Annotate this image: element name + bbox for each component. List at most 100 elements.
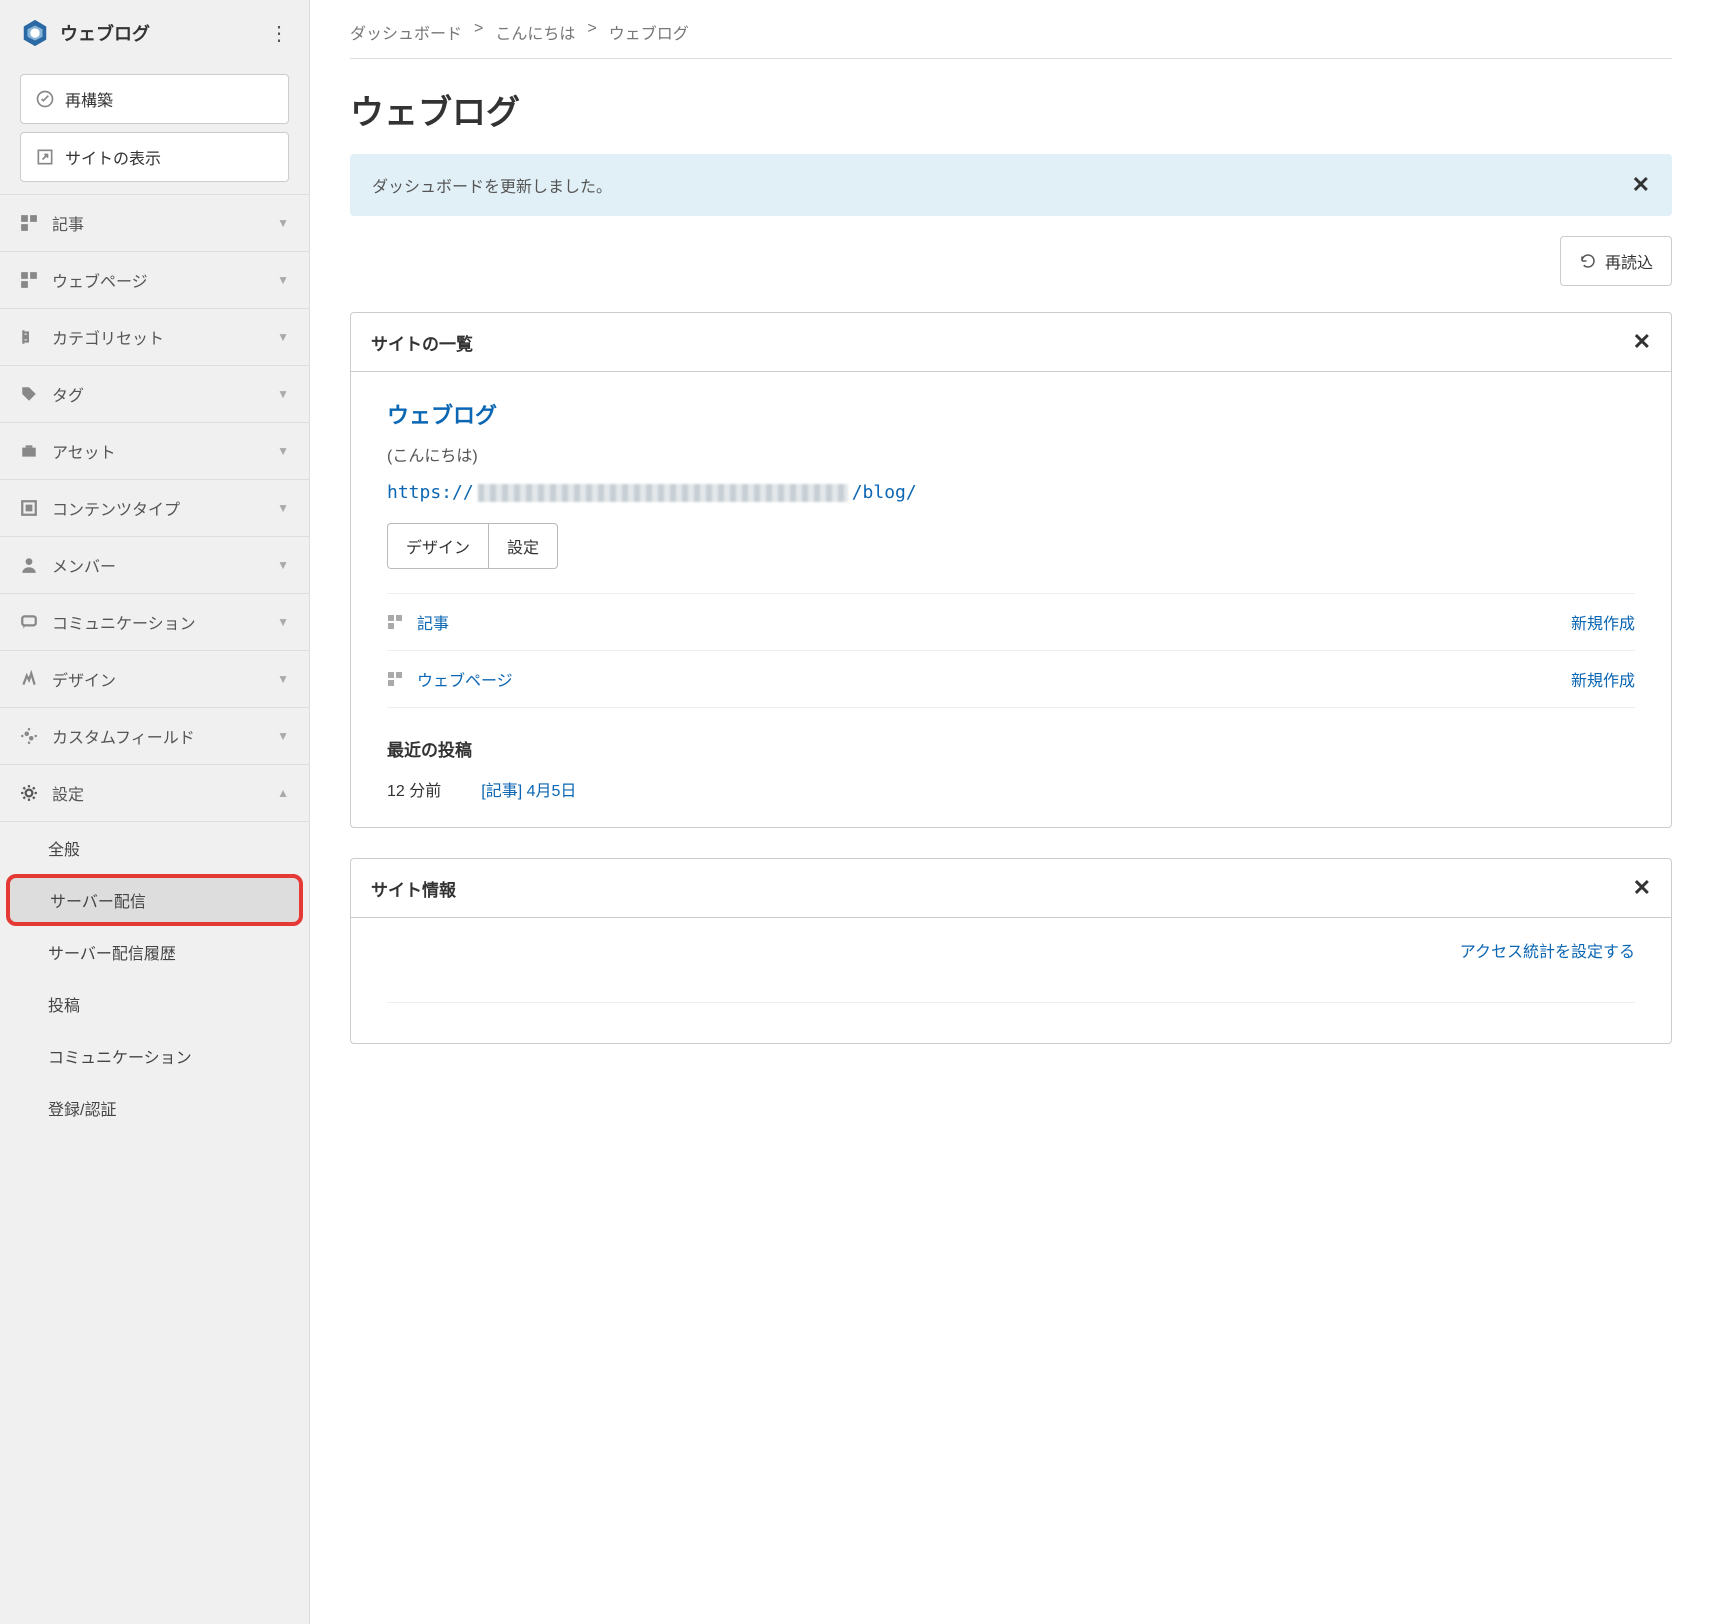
settings-button[interactable]: 設定 <box>488 523 558 569</box>
logo-row: ウェブログ <box>20 18 150 48</box>
content-links: 記事 新規作成 ウェブページ 新規作成 <box>387 593 1635 708</box>
url-suffix: /blog/ <box>852 482 917 503</box>
nav-label: ウェブページ <box>52 268 148 292</box>
subnav-compose[interactable]: 投稿 <box>0 978 309 1030</box>
design-button[interactable]: デザイン <box>387 523 488 569</box>
panel-title: サイト情報 <box>371 876 456 901</box>
nav-item-assets[interactable]: アセット ▼ <box>0 423 309 480</box>
nav-label: カスタムフィールド <box>52 724 195 748</box>
subnav-communication[interactable]: コミュニケーション <box>0 1030 309 1082</box>
sidebar: ウェブログ ⋮ 再構築 サイトの表示 記事 ▼ ウェブページ ▼ <box>0 0 310 1624</box>
category-icon <box>20 328 38 346</box>
site-url[interactable]: https:// /blog/ <box>387 482 1635 503</box>
breadcrumb: ダッシュボード > こんにちは > ウェブログ <box>350 10 1672 59</box>
subnav-registration[interactable]: 登録/認証 <box>0 1082 309 1134</box>
reload-row: 再読込 <box>350 236 1672 286</box>
panel-title: サイトの一覧 <box>371 330 473 355</box>
subnav-server-sync[interactable]: サーバー配信 <box>6 874 303 926</box>
breadcrumb-separator: > <box>587 20 596 44</box>
rebuild-label: 再構築 <box>65 87 113 111</box>
chevron-down-icon: ▼ <box>277 387 289 401</box>
nav-label: アセット <box>52 439 116 463</box>
nav-item-tags[interactable]: タグ ▼ <box>0 366 309 423</box>
sidebar-nav: 記事 ▼ ウェブページ ▼ カテゴリセット ▼ タグ ▼ <box>0 194 309 1134</box>
panel-close-icon[interactable]: ✕ <box>1633 329 1651 355</box>
panel-header: サイトの一覧 ✕ <box>351 313 1671 372</box>
sidebar-header: ウェブログ ⋮ <box>0 0 309 66</box>
view-site-label: サイトの表示 <box>65 145 161 169</box>
alert-message: ダッシュボードを更新しました。 <box>372 173 612 197</box>
rebuild-icon <box>35 89 55 109</box>
nav-item-communication[interactable]: コミュニケーション ▼ <box>0 594 309 651</box>
settings-subnav: 全般 サーバー配信 サーバー配信履歴 投稿 コミュニケーション 登録/認証 <box>0 822 309 1134</box>
reload-icon <box>1579 252 1597 270</box>
asset-icon <box>20 442 38 460</box>
external-icon <box>35 147 55 167</box>
nav-item-members[interactable]: メンバー ▼ <box>0 537 309 594</box>
configure-stats-link[interactable]: アクセス統計を設定する <box>1460 938 1635 962</box>
chevron-down-icon: ▼ <box>277 444 289 458</box>
recent-timestamp: 12 分前 <box>387 777 441 801</box>
recent-posts-title: 最近の投稿 <box>387 736 1635 761</box>
site-title[interactable]: ウェブログ <box>60 20 150 46</box>
entries-link[interactable]: 記事 <box>417 610 449 634</box>
alert-close-icon[interactable]: ✕ <box>1632 172 1650 198</box>
url-redacted <box>478 484 848 502</box>
panel-header: サイト情報 ✕ <box>351 859 1671 918</box>
link-row-entries: 記事 新規作成 <box>387 593 1635 650</box>
recent-post-link[interactable]: [記事] 4月5日 <box>481 777 576 801</box>
nav-label: コミュニケーション <box>52 610 196 634</box>
site-action-buttons: デザイン 設定 <box>387 523 1635 569</box>
panel-body: ウェブログ (こんにちは) https:// /blog/ デザイン 設定 記事… <box>351 372 1671 827</box>
settings-icon <box>20 784 38 802</box>
nav-item-design[interactable]: デザイン ▼ <box>0 651 309 708</box>
site-name-link[interactable]: ウェブログ <box>387 403 497 428</box>
subnav-general[interactable]: 全般 <box>0 822 309 874</box>
nav-label: 記事 <box>52 211 84 235</box>
member-icon <box>20 556 38 574</box>
site-info-panel: サイト情報 ✕ アクセス統計を設定する <box>350 858 1672 1044</box>
nav-label: コンテンツタイプ <box>52 496 180 520</box>
nav-item-pages[interactable]: ウェブページ ▼ <box>0 252 309 309</box>
chevron-down-icon: ▼ <box>277 330 289 344</box>
divider <box>387 1002 1635 1003</box>
entries-icon <box>387 614 403 630</box>
contenttype-icon <box>20 499 38 517</box>
reload-button[interactable]: 再読込 <box>1560 236 1672 286</box>
chevron-up-icon: ▲ <box>277 786 289 800</box>
pages-link[interactable]: ウェブページ <box>417 667 513 691</box>
panel-body: アクセス統計を設定する <box>351 918 1671 1043</box>
menu-dots-icon[interactable]: ⋮ <box>269 21 289 46</box>
nav-item-categories[interactable]: カテゴリセット ▼ <box>0 309 309 366</box>
nav-label: メンバー <box>52 553 116 577</box>
success-alert: ダッシュボードを更新しました。 ✕ <box>350 154 1672 216</box>
subnav-server-sync-history[interactable]: サーバー配信履歴 <box>0 926 309 978</box>
view-site-button[interactable]: サイトの表示 <box>20 132 289 182</box>
nav-item-entries[interactable]: 記事 ▼ <box>0 194 309 252</box>
url-prefix: https:// <box>387 482 474 503</box>
pages-icon <box>20 271 38 289</box>
site-list-panel: サイトの一覧 ✕ ウェブログ (こんにちは) https:// /blog/ デ… <box>350 312 1672 828</box>
create-page-link[interactable]: 新規作成 <box>1571 667 1635 691</box>
pages-icon <box>387 671 403 687</box>
rebuild-button[interactable]: 再構築 <box>20 74 289 124</box>
chevron-down-icon: ▼ <box>277 615 289 629</box>
breadcrumb-item[interactable]: こんにちは <box>495 20 575 44</box>
chevron-down-icon: ▼ <box>277 729 289 743</box>
site-parent: (こんにちは) <box>387 442 1635 466</box>
chevron-down-icon: ▼ <box>277 501 289 515</box>
nav-item-settings[interactable]: 設定 ▲ <box>0 765 309 822</box>
reload-label: 再読込 <box>1605 249 1653 273</box>
panel-close-icon[interactable]: ✕ <box>1633 875 1651 901</box>
nav-item-customfields[interactable]: カスタムフィールド ▼ <box>0 708 309 765</box>
nav-label: 設定 <box>52 781 84 805</box>
chevron-down-icon: ▼ <box>277 216 289 230</box>
nav-item-contenttype[interactable]: コンテンツタイプ ▼ <box>0 480 309 537</box>
tag-icon <box>20 385 38 403</box>
breadcrumb-item: ウェブログ <box>609 20 689 44</box>
create-entry-link[interactable]: 新規作成 <box>1571 610 1635 634</box>
main-content: ダッシュボード > こんにちは > ウェブログ ウェブログ ダッシュボードを更新… <box>310 0 1712 1624</box>
breadcrumb-item[interactable]: ダッシュボード <box>350 20 462 44</box>
chevron-down-icon: ▼ <box>277 672 289 686</box>
communication-icon <box>20 613 38 631</box>
